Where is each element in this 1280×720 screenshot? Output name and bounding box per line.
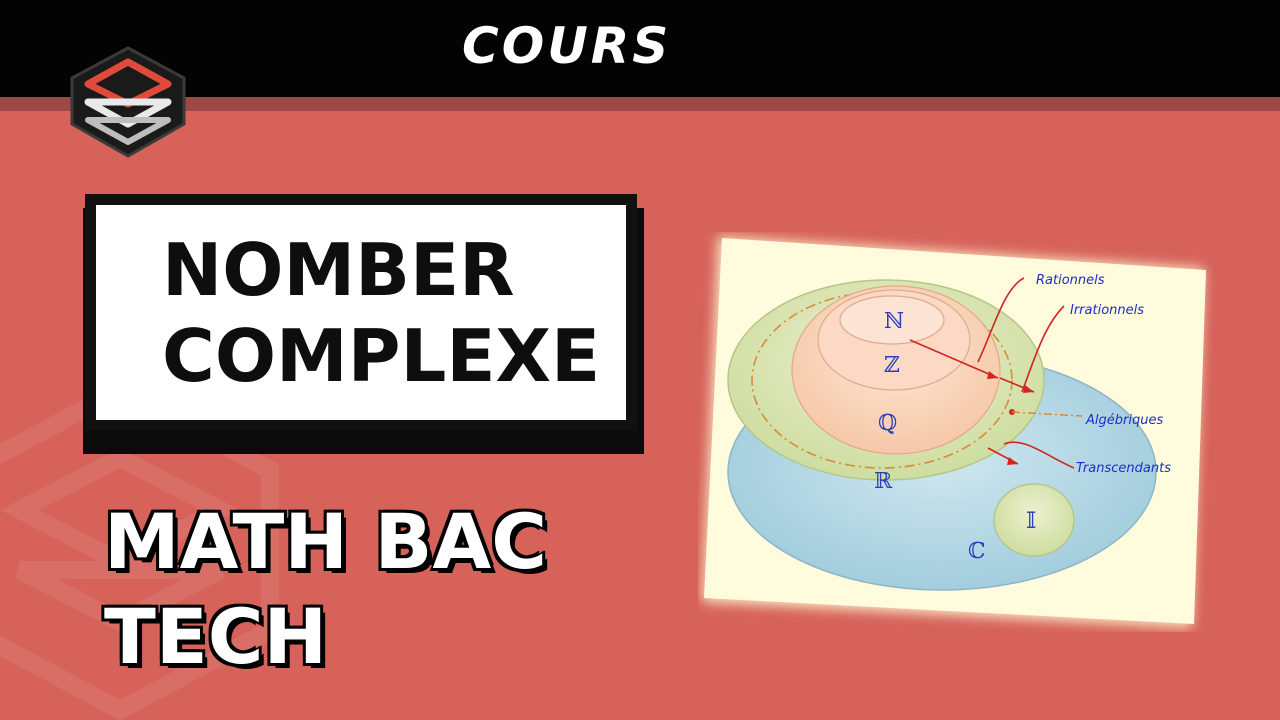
label-irrationnels: Irrationnels: [1070, 303, 1144, 318]
label-n: ℕ: [884, 309, 904, 334]
banner-title: COURS: [462, 17, 672, 75]
title-box: NOMBER COMPLEXE: [85, 194, 637, 431]
number-sets-svg: ℕ ℤ ℚ ℝ ℂ 𝕀 Rationnels Irrationnels Algé…: [702, 236, 1206, 628]
label-algebriques: Algébriques: [1085, 413, 1163, 428]
subtitle-line-1: MATH BAC: [103, 496, 549, 588]
label-i: 𝕀: [1026, 509, 1036, 534]
title-line-1: NOMBER: [162, 228, 515, 312]
label-transcendants: Transcendants: [1076, 461, 1171, 476]
label-z: ℤ: [884, 353, 900, 378]
logo-icon: [70, 46, 186, 158]
label-r: ℝ: [874, 469, 893, 494]
subtitle-line-2: TECH: [103, 591, 329, 683]
number-sets-diagram: ℕ ℤ ℚ ℝ ℂ 𝕀 Rationnels Irrationnels Algé…: [698, 232, 1218, 632]
title-line-2: COMPLEXE: [162, 314, 601, 398]
label-rationnels: Rationnels: [1036, 273, 1105, 288]
label-q: ℚ: [878, 411, 897, 436]
banner-divider: [0, 97, 1280, 111]
title-box-inner: NOMBER COMPLEXE: [96, 205, 626, 420]
subtitle: MATH BAC TECH: [103, 494, 564, 684]
label-c: ℂ: [968, 539, 986, 564]
